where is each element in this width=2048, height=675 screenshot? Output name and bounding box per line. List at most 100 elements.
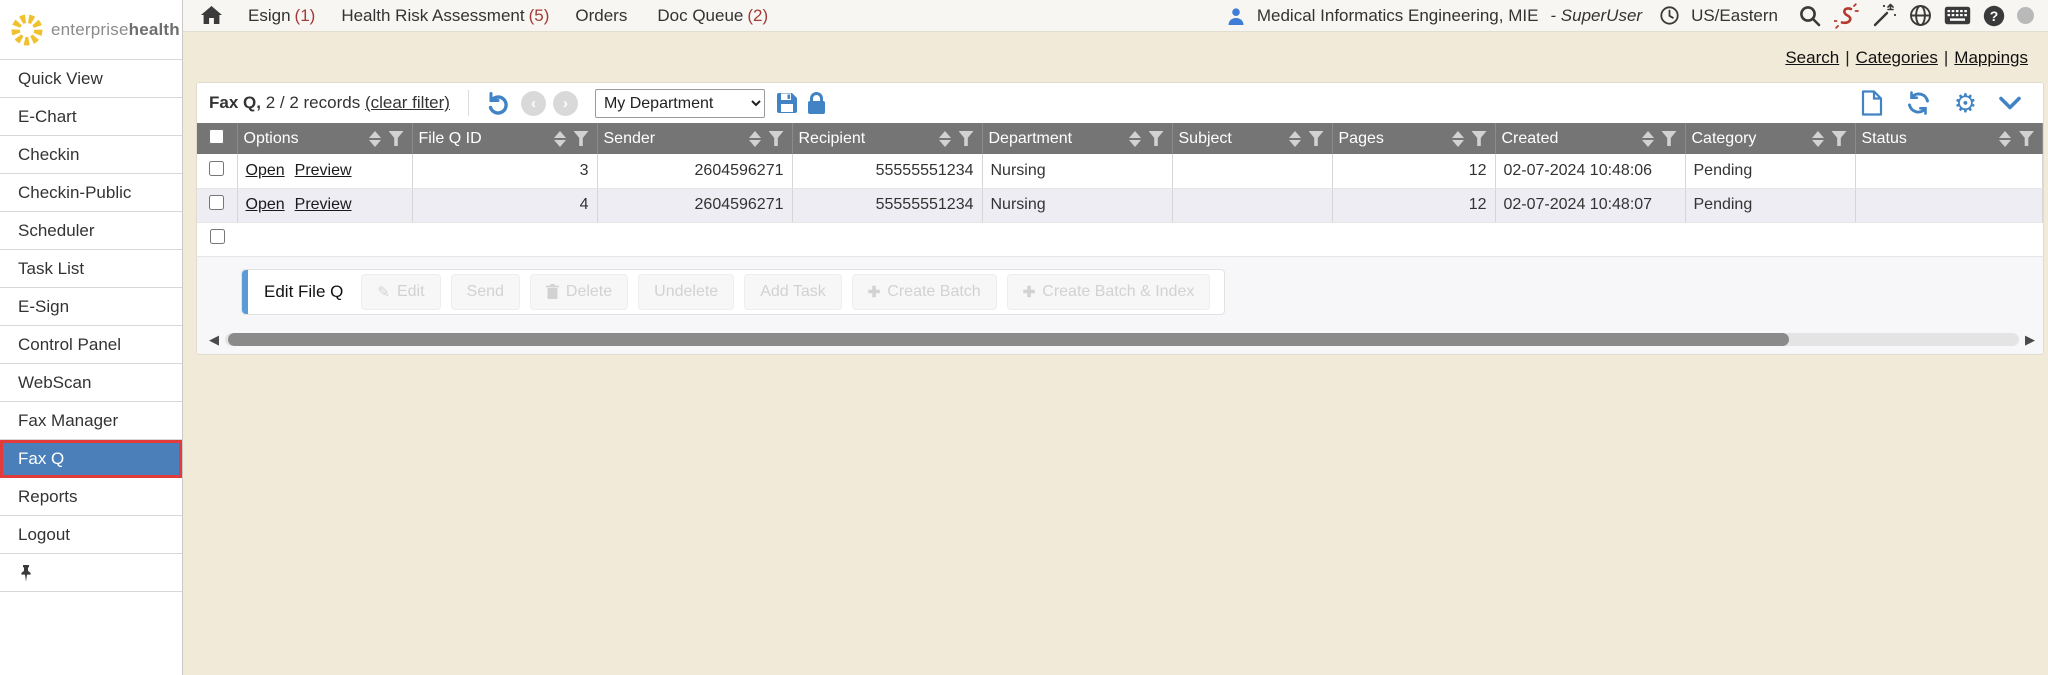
sidebar-item-quick-view[interactable]: Quick View [0, 60, 182, 98]
sort-icon[interactable] [1129, 131, 1141, 147]
keyboard-icon[interactable] [1944, 6, 1971, 25]
column-header-created[interactable]: Created [1495, 123, 1685, 154]
gear-icon[interactable]: ⚙ [1954, 90, 1977, 116]
clear-filter-link[interactable]: (clear filter) [365, 93, 450, 112]
sort-icon[interactable] [554, 131, 566, 147]
row-checkbox[interactable] [209, 195, 224, 210]
sidebar-item-e-sign[interactable]: E-Sign [0, 288, 182, 326]
sidebar-item-control-panel[interactable]: Control Panel [0, 326, 182, 364]
filter-funnel-icon[interactable] [769, 131, 784, 146]
row-checkbox[interactable] [210, 229, 225, 244]
sort-icon[interactable] [939, 131, 951, 147]
column-header-status[interactable]: Status [1855, 123, 2043, 154]
sidebar-pin-toggle[interactable] [0, 554, 182, 592]
filter-funnel-icon[interactable] [1472, 131, 1487, 146]
filter-funnel-icon[interactable] [1832, 131, 1847, 146]
sidebar-item-webscan[interactable]: WebScan [0, 364, 182, 402]
column-header-recipient[interactable]: Recipient [792, 123, 982, 154]
search-link[interactable]: Search [1785, 48, 1839, 67]
lock-icon[interactable] [807, 91, 826, 115]
help-icon[interactable]: ? [1983, 5, 2005, 27]
sidebar-item-checkin[interactable]: Checkin [0, 136, 182, 174]
table-footer-region: Edit File Q ✎Edit Send Delete Undelete A… [197, 257, 2043, 354]
spark-icon[interactable] [1834, 3, 1860, 29]
create-batch-button[interactable]: ✚Create Batch [852, 274, 997, 310]
globe-icon[interactable] [1909, 4, 1932, 27]
next-record-icon[interactable]: › [553, 91, 578, 116]
file-q-id-cell: 3 [412, 154, 597, 188]
add-task-button[interactable]: Add Task [744, 274, 842, 310]
sidebar-item-checkin-public[interactable]: Checkin-Public [0, 174, 182, 212]
select-all-checkbox[interactable] [209, 129, 224, 144]
new-document-icon[interactable] [1861, 90, 1883, 116]
main-content: Search|Categories|Mappings Fax Q, 2 / 2 … [183, 32, 2048, 675]
sidebar-item-fax-manager[interactable]: Fax Manager [0, 402, 182, 440]
wand-icon[interactable] [1872, 3, 1897, 28]
filter-funnel-icon[interactable] [2019, 131, 2034, 146]
filter-funnel-icon[interactable] [1309, 131, 1324, 146]
refresh-icon[interactable] [1905, 91, 1932, 115]
column-header-subject[interactable]: Subject [1172, 123, 1332, 154]
open-link[interactable]: Open [246, 196, 285, 213]
categories-link[interactable]: Categories [1856, 48, 1938, 67]
nav-item-doc-queue[interactable]: Doc Queue(2) [657, 6, 768, 26]
sort-icon[interactable] [1812, 131, 1824, 147]
fax-q-toolbar: Fax Q, 2 / 2 records (clear filter) ‹ › … [197, 83, 2043, 123]
top-bar-user-area: Medical Informatics Engineering, MIE - S… [1227, 3, 2048, 29]
row-checkbox[interactable] [209, 161, 224, 176]
filter-funnel-icon[interactable] [959, 131, 974, 146]
select-all-header [197, 123, 237, 154]
column-header-pages[interactable]: Pages [1332, 123, 1495, 154]
save-filter-icon[interactable] [775, 91, 799, 115]
filter-funnel-icon[interactable] [1149, 131, 1164, 146]
filter-funnel-icon[interactable] [1662, 131, 1677, 146]
sidebar-item-fax-q[interactable]: Fax Q [0, 440, 182, 478]
scrollbar-thumb[interactable] [228, 333, 1789, 346]
home-icon[interactable] [201, 6, 222, 25]
department-filter-select[interactable]: My Department [595, 89, 765, 118]
scrollbar-track[interactable] [225, 333, 2019, 346]
sidebar-item-task-list[interactable]: Task List [0, 250, 182, 288]
column-header-sender[interactable]: Sender [597, 123, 792, 154]
sort-icon[interactable] [1999, 131, 2011, 147]
sort-icon[interactable] [749, 131, 761, 147]
filter-funnel-icon[interactable] [389, 131, 404, 146]
sidebar-item-e-chart[interactable]: E-Chart [0, 98, 182, 136]
column-header-options[interactable]: Options [237, 123, 412, 154]
quicklinks: Search|Categories|Mappings [183, 32, 2048, 82]
preview-link[interactable]: Preview [295, 196, 352, 213]
sidebar-item-logout[interactable]: Logout [0, 516, 182, 554]
nav-item-health-risk-assessment[interactable]: Health Risk Assessment(5) [341, 6, 549, 26]
nav-item-esign[interactable]: Esign(1) [248, 6, 315, 26]
nav-item-orders[interactable]: Orders [575, 6, 631, 26]
sort-icon[interactable] [369, 131, 381, 147]
column-header-department[interactable]: Department [982, 123, 1172, 154]
doc-queue-count-badge: (2) [747, 6, 768, 25]
edit-file-q-panel: Edit File Q ✎Edit Send Delete Undelete A… [241, 269, 1225, 315]
fax-q-panel: Fax Q, 2 / 2 records (clear filter) ‹ › … [196, 82, 2044, 355]
sidebar-item-reports[interactable]: Reports [0, 478, 182, 516]
sidebar-item-scheduler[interactable]: Scheduler [0, 212, 182, 250]
scroll-right-arrow-icon[interactable]: ▶ [2025, 333, 2035, 346]
prev-record-icon[interactable]: ‹ [521, 91, 546, 116]
open-link[interactable]: Open [246, 162, 285, 179]
column-header-category[interactable]: Category [1685, 123, 1855, 154]
scroll-left-arrow-icon[interactable]: ◀ [209, 333, 219, 346]
chevron-down-icon[interactable] [1999, 96, 2021, 110]
edit-button[interactable]: ✎Edit [361, 274, 440, 310]
column-header-file-q-id[interactable]: File Q ID [412, 123, 597, 154]
undelete-button[interactable]: Undelete [638, 274, 734, 310]
undo-icon[interactable] [485, 90, 511, 116]
delete-button[interactable]: Delete [530, 274, 628, 310]
sort-icon[interactable] [1289, 131, 1301, 147]
preview-link[interactable]: Preview [295, 162, 352, 179]
create-batch-index-button[interactable]: ✚Create Batch & Index [1007, 274, 1211, 310]
search-icon[interactable] [1798, 4, 1822, 28]
sort-icon[interactable] [1452, 131, 1464, 147]
status-cell [1855, 154, 2043, 188]
user-icon [1227, 7, 1245, 25]
sort-icon[interactable] [1642, 131, 1654, 147]
filter-funnel-icon[interactable] [574, 131, 589, 146]
mappings-link[interactable]: Mappings [1954, 48, 2028, 67]
send-button[interactable]: Send [451, 274, 520, 310]
